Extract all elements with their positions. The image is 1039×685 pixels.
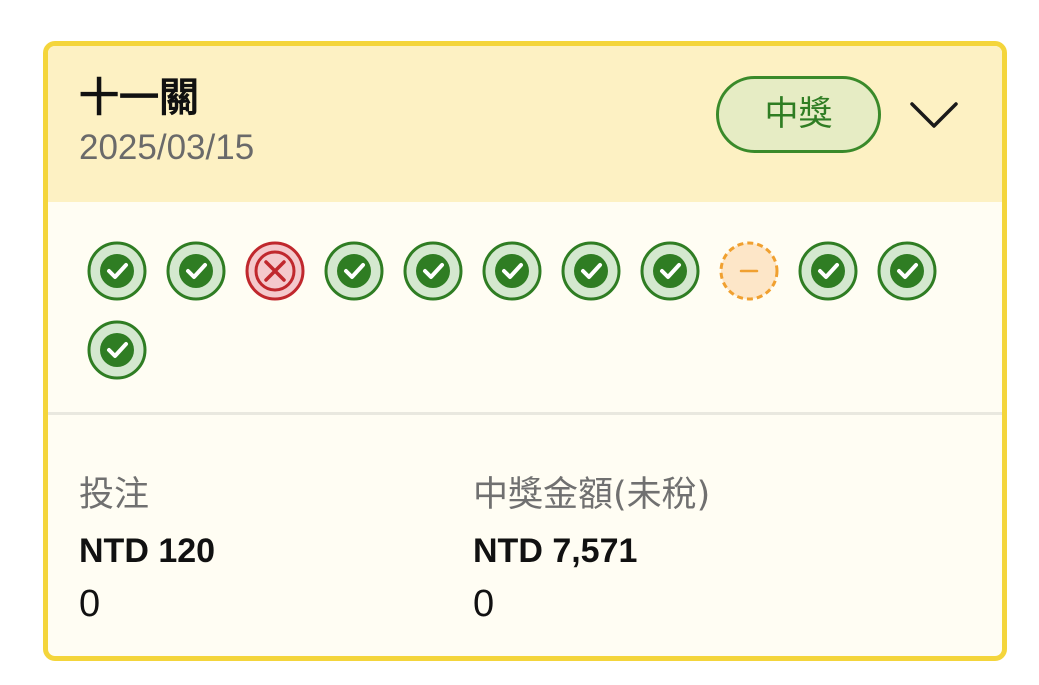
- check-circle-icon: [166, 241, 226, 301]
- bet-date: 2025/03/15: [79, 128, 255, 167]
- stake-amount: NTD 120: [79, 532, 216, 570]
- chevron-down-icon[interactable]: [908, 98, 960, 134]
- check-circle-icon: [324, 241, 384, 301]
- check-circle-icon: [403, 241, 463, 301]
- check-circle-icon: [87, 241, 147, 301]
- result-icons: [48, 202, 1002, 412]
- check-circle-icon: [87, 320, 147, 380]
- check-circle-icon: [561, 241, 621, 301]
- cross-circle-icon: [245, 241, 305, 301]
- bet-title: 十一關: [79, 75, 199, 121]
- check-circle-icon: [877, 241, 937, 301]
- prize-extra: 0: [473, 583, 495, 625]
- check-circle-icon: [482, 241, 542, 301]
- bet-card: 十一關 2025/03/15 中獎 投注 NTD 120 0 中獎金額(未稅) …: [43, 41, 1007, 661]
- prize-amount: NTD 7,571: [473, 532, 638, 570]
- prize-label: 中獎金額(未稅): [473, 475, 711, 515]
- divider: [48, 412, 1002, 415]
- stake-extra: 0: [79, 583, 101, 625]
- check-circle-icon: [798, 241, 858, 301]
- status-badge: 中獎: [716, 76, 881, 153]
- stake-label: 投注: [79, 475, 150, 515]
- minus-dashed-circle-icon: [719, 241, 779, 301]
- check-circle-icon: [640, 241, 700, 301]
- card-header[interactable]: 十一關 2025/03/15 中獎: [48, 46, 1002, 202]
